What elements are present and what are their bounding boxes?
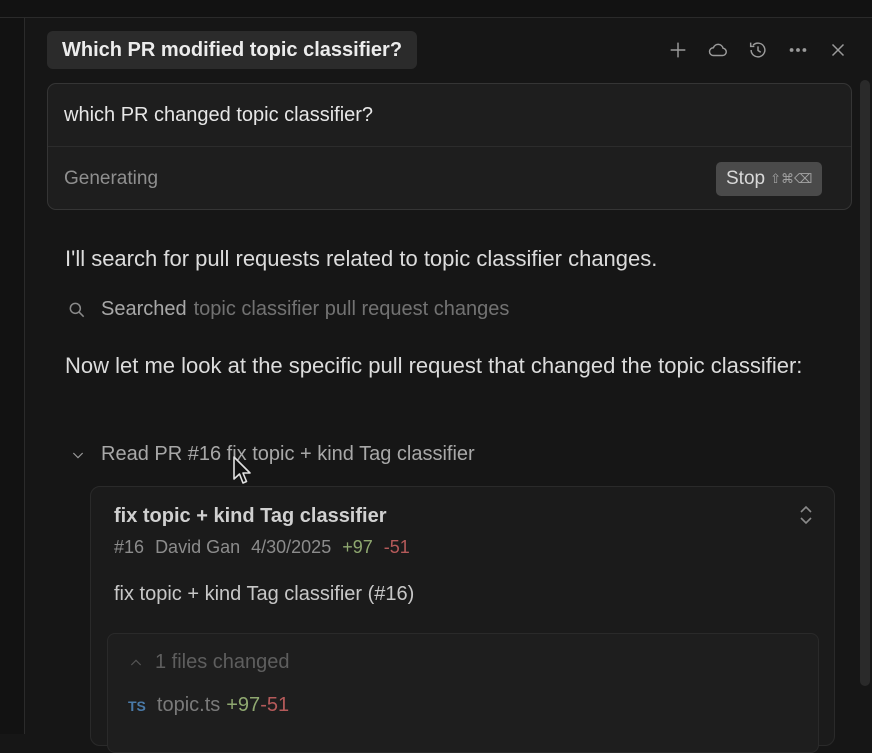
window-top-bar [0, 0, 872, 18]
pr-meta: #16 David Gan 4/30/2025 +97 -51 [114, 537, 416, 558]
left-editor-strip [0, 18, 25, 734]
prompt-input-card: which PR changed topic classifier? Gener… [47, 83, 852, 210]
scrollbar[interactable] [860, 80, 870, 686]
pr-date: 4/30/2025 [251, 537, 332, 557]
search-icon [69, 302, 85, 317]
read-pr-label: Read PR #16 fix topic + kind Tag classif… [101, 443, 475, 465]
pr-number: #16 [114, 537, 145, 557]
file-name: topic.ts [156, 694, 221, 716]
assistant-message-follow-up: Now let me look at the specific pull req… [65, 353, 803, 378]
chevron-down-icon [72, 452, 84, 459]
pr-additions: +97 [342, 537, 373, 557]
divider [48, 146, 851, 147]
typescript-file-icon: TS [128, 697, 146, 714]
pr-card: fix topic + kind Tag classifier #16 Davi… [90, 486, 835, 753]
stop-button[interactable]: Stop ⇧⌘⌫ [716, 162, 823, 196]
read-pr-step[interactable]: Read PR #16 fix topic + kind Tag classif… [70, 443, 475, 466]
pr-title: fix topic + kind Tag classifier [114, 505, 387, 527]
search-query: topic classifier pull request changes [193, 298, 510, 320]
mouse-cursor-icon [233, 456, 251, 484]
file-deletions: -51 [260, 694, 290, 716]
search-verb: Searched [101, 298, 187, 320]
files-changed-label: 1 files changed [155, 651, 290, 673]
more-icon[interactable] [784, 36, 812, 64]
close-icon[interactable] [824, 36, 852, 64]
files-changed-toggle[interactable]: 1 files changed [128, 651, 290, 674]
stop-shortcut: ⇧⌘⌫ [770, 171, 813, 187]
history-icon[interactable] [744, 36, 772, 64]
chat-title[interactable]: Which PR modified topic classifier? [47, 31, 418, 69]
pr-author: David Gan [155, 537, 241, 557]
chevron-up-icon [130, 658, 142, 665]
expand-collapse-icon[interactable] [794, 503, 818, 527]
search-step[interactable]: Searched topic classifier pull request c… [67, 298, 509, 321]
prompt-input[interactable]: which PR changed topic classifier? [64, 104, 373, 127]
cloud-icon[interactable] [704, 36, 732, 64]
file-item[interactable]: TS topic.ts +97 -51 [128, 694, 289, 717]
pr-deletions: -51 [383, 537, 410, 557]
plus-icon[interactable] [664, 36, 692, 64]
generation-status: Generating [64, 168, 159, 189]
files-changed-card: 1 files changed TS topic.ts +97 -51 [107, 633, 819, 753]
file-additions: +97 [226, 694, 261, 716]
commit-message: fix topic + kind Tag classifier (#16) [114, 583, 415, 605]
assistant-message-intro: I'll search for pull requests related to… [65, 246, 658, 271]
stop-label: Stop [726, 168, 766, 189]
header-actions [664, 36, 852, 64]
